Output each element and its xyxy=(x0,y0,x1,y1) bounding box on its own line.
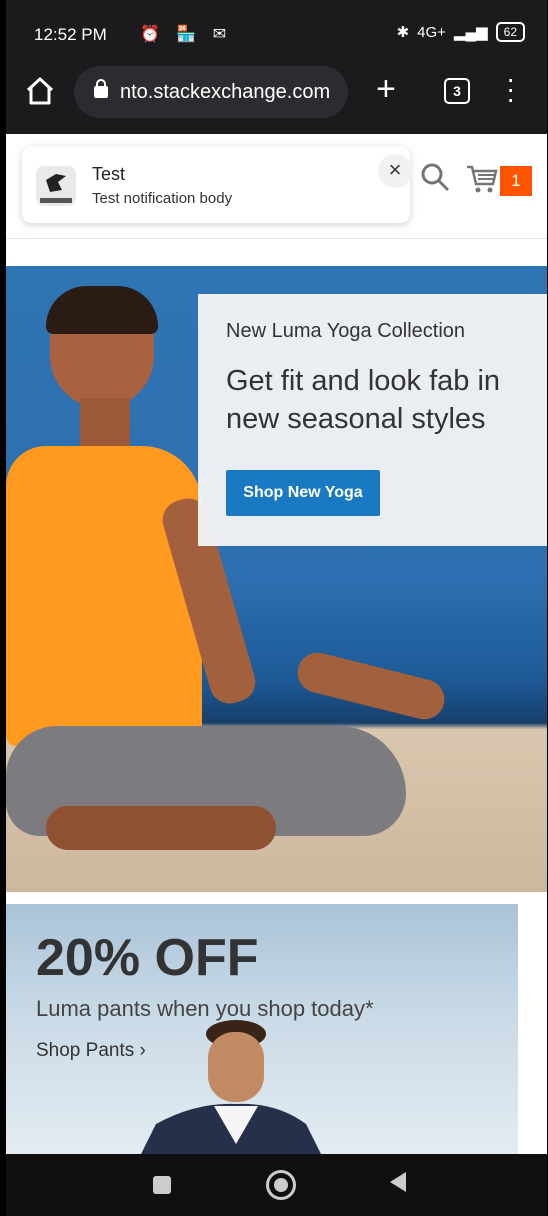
shop-new-yoga-button[interactable]: Shop New Yoga xyxy=(226,470,380,516)
app-icon xyxy=(36,166,76,206)
promo-text: Luma pants when you shop today* xyxy=(36,996,374,1021)
hero-subtitle: New Luma Yoga Collection xyxy=(226,320,466,342)
system-nav-bar xyxy=(6,1154,547,1216)
battery-icon: 62 xyxy=(495,22,525,42)
browser-frame: 12:52 PM ⏰ 🏪 ✉ ✱ 4G+ ▂▄▆ 62 nto.stackexc… xyxy=(6,0,547,1216)
address-bar[interactable]: nto.stackexchange.com xyxy=(74,66,348,118)
browser-toolbar: nto.stackexchange.com + 3 · · · xyxy=(6,64,547,134)
cart-count-badge[interactable]: 1 xyxy=(500,166,532,196)
new-tab-icon[interactable]: + xyxy=(376,72,396,106)
hero-banner[interactable]: New Luma Yoga Collection Get fit and loo… xyxy=(6,266,547,892)
menu-icon[interactable]: · · · xyxy=(506,65,515,113)
pants-promo-banner[interactable]: 20% OFF Luma pants when you shop today* … xyxy=(6,904,518,1154)
search-icon[interactable] xyxy=(420,162,450,192)
notification-title: Test xyxy=(92,164,126,184)
network-label: 4G+ xyxy=(417,23,446,41)
tab-switcher-button[interactable]: 3 xyxy=(444,78,470,104)
hero-promo-box: New Luma Yoga Collection Get fit and loo… xyxy=(198,294,547,546)
status-bar: 12:52 PM ⏰ 🏪 ✉ ✱ 4G+ ▂▄▆ 62 xyxy=(6,0,547,64)
signal-icon: ▂▄▆ xyxy=(453,24,488,41)
cart-icon[interactable] xyxy=(466,164,498,194)
status-time: 12:52 PM xyxy=(34,25,107,44)
lock-icon xyxy=(94,79,108,98)
close-icon[interactable]: × xyxy=(378,154,412,188)
status-notification-icons: ⏰ 🏪 ✉ xyxy=(140,26,233,43)
bluetooth-icon: ✱ xyxy=(396,24,410,41)
push-notification[interactable]: Test Test notification body × xyxy=(22,146,412,223)
back-icon[interactable] xyxy=(390,1172,406,1192)
pants-model-image xyxy=(141,1020,321,1154)
promo-discount: 20% OFF xyxy=(36,929,259,987)
url-text: nto.stackexchange.com xyxy=(120,80,331,103)
notification-body: Test notification body xyxy=(92,190,233,207)
recents-icon[interactable] xyxy=(153,1176,171,1194)
home-icon[interactable] xyxy=(24,76,56,106)
shop-pants-link[interactable]: Shop Pants › xyxy=(36,1040,146,1062)
hero-headline: Get fit and look fab in new seasonal sty… xyxy=(226,365,501,435)
status-right-icons: ✱ 4G+ ▂▄▆ 62 xyxy=(397,22,525,42)
home-button-icon[interactable] xyxy=(266,1170,296,1200)
